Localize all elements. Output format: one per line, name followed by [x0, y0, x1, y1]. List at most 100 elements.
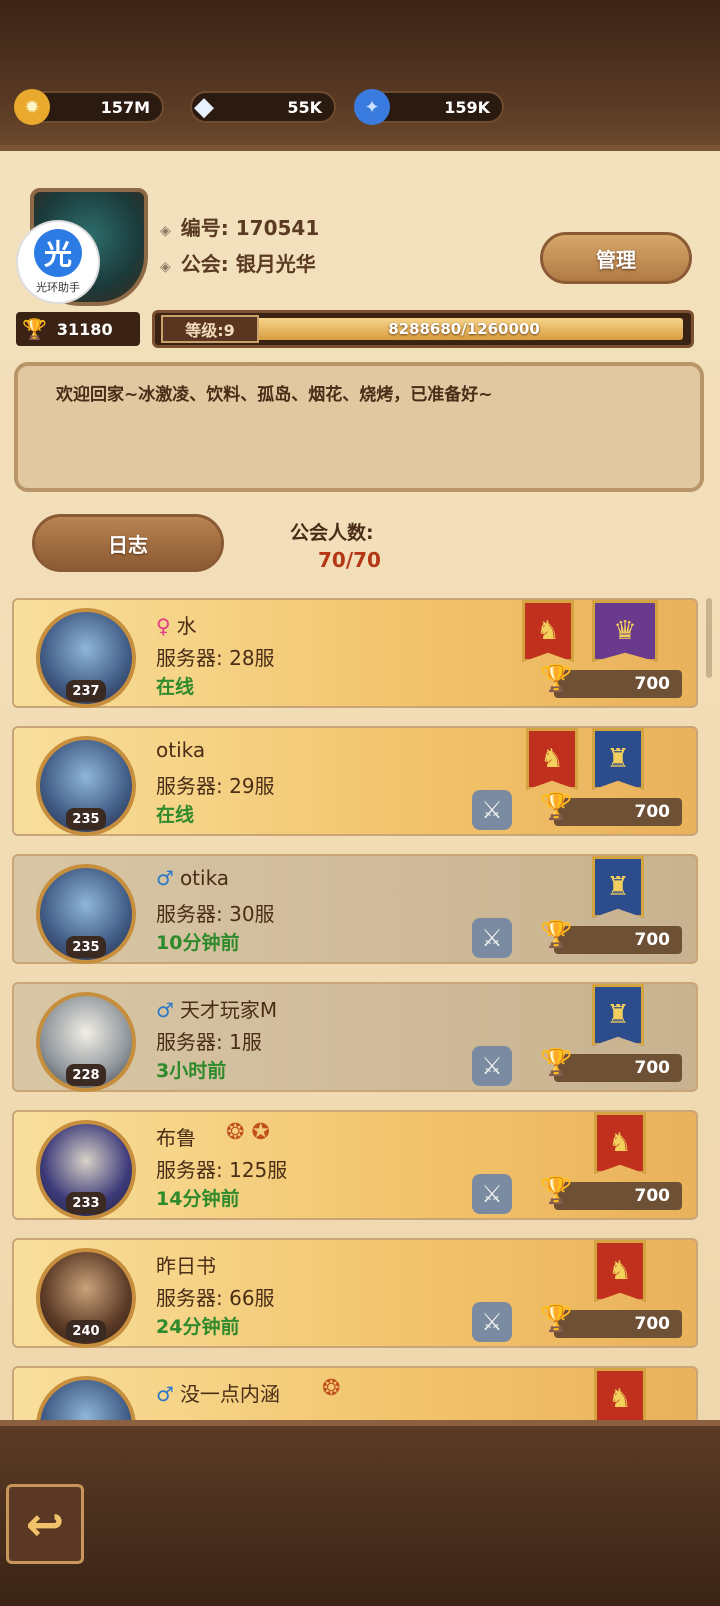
female-icon: ♀ [156, 614, 171, 638]
member-card[interactable]: 228 ♂ 天才玩家M 服务器: 1服 3小时前 ♜ ⚔ 🏆 700 [12, 982, 698, 1092]
trophy-icon: 🏆 [540, 1304, 573, 1334]
member-level: 235 [66, 808, 106, 830]
back-button[interactable]: ↩ [6, 1484, 84, 1564]
guild-name-text: 公会: 银月光华 [180, 252, 316, 276]
log-button[interactable]: 日志 [32, 514, 224, 572]
title-badges: ❂ ✪ [226, 1120, 270, 1145]
member-name-row: 布鲁 [156, 1122, 196, 1151]
member-level: 240 [66, 1320, 106, 1342]
member-list[interactable]: 237 ♀ 水 服务器: 28服 在线 ♞ ♛ 🏆 700 235 otika 服务… [12, 598, 698, 1420]
member-name: 布鲁 [156, 1126, 196, 1150]
red-banner-icon: ♞ [594, 1368, 646, 1420]
guild-notice: 欢迎回家~冰激凌、饮料、孤岛、烟花、烧烤，已准备好~ [14, 362, 704, 492]
member-avatar[interactable] [36, 1376, 136, 1420]
member-status: 在线 [156, 676, 195, 698]
member-name-row: 昨日书 [156, 1250, 216, 1279]
member-server: 服务器: 30服 [156, 902, 275, 926]
manage-button[interactable]: 管理 [540, 232, 692, 284]
crystal-value: 159K [444, 97, 490, 117]
member-trophies: 🏆 700 [540, 792, 682, 826]
trophy-icon: 🏆 [540, 1048, 573, 1078]
members-count: 70/70 [318, 548, 381, 572]
member-trophies: 🏆 700 [540, 1176, 682, 1210]
bottom-bar [0, 1420, 720, 1606]
member-trophies: 🏆 700 [540, 1304, 682, 1338]
gold-resource[interactable]: ✹ 157M [14, 89, 164, 125]
purple-crown-banner-icon: ♛ [592, 600, 658, 662]
member-name-row: ♂ 天才玩家M [156, 994, 277, 1023]
trophy-icon: 🏆 [540, 664, 573, 694]
member-card[interactable]: 235 ♂ otika 服务器: 30服 10分钟前 ♜ ⚔ 🏆 700 [12, 854, 698, 964]
member-name: otika [179, 866, 230, 890]
member-name: 天才玩家M [179, 998, 278, 1022]
member-status: 在线 [156, 804, 195, 826]
back-arrow-icon: ↩ [25, 1497, 65, 1551]
member-name-row: ♀ 水 [156, 610, 197, 639]
crossed-swords-icon[interactable]: ⚔ [472, 1046, 512, 1086]
member-trophy-value: 700 [634, 802, 671, 822]
crossed-swords-icon[interactable]: ⚔ [472, 1174, 512, 1214]
trophy-icon: 🏆 [540, 792, 573, 822]
member-card[interactable]: 240 昨日书 服务器: 66服 24分钟前 ♞ ⚔ 🏆 700 [12, 1238, 698, 1348]
title-badge-icon: ❂ [322, 1376, 341, 1401]
trophy-icon: 🏆 [540, 920, 573, 950]
blue-banner-icon: ♜ [592, 856, 644, 918]
crystal-icon: ✦ [354, 89, 390, 125]
member-trophies: 🏆 700 [540, 1048, 682, 1082]
guild-name: ◈ 公会: 银月光华 [160, 248, 316, 277]
red-banner-icon: ♞ [526, 728, 578, 790]
members-label: 公会人数: [290, 522, 374, 544]
diamond-bullet-icon: ◈ [160, 259, 171, 275]
member-name: 没一点内涵 [179, 1382, 280, 1406]
diamond-bullet-icon: ◈ [160, 223, 171, 239]
trophy-icon: 🏆 [22, 317, 47, 341]
member-status: 3小时前 [156, 1060, 227, 1082]
member-card[interactable]: 235 otika 服务器: 29服 在线 ♞ ♜ ⚔ 🏆 700 [12, 726, 698, 836]
member-status: 14分钟前 [156, 1188, 240, 1210]
red-banner-icon: ♞ [522, 600, 574, 662]
member-trophies: 🏆 700 [540, 920, 682, 954]
member-card[interactable]: 237 ♀ 水 服务器: 28服 在线 ♞ ♛ 🏆 700 [12, 598, 698, 708]
member-card[interactable]: ♂ 没一点内涵 ❂ ♞ [12, 1366, 698, 1420]
gold-coin-icon: ✹ [14, 89, 50, 125]
member-list-scrollbar[interactable] [706, 598, 712, 678]
member-card[interactable]: 233 布鲁 ❂ ✪ 服务器: 125服 14分钟前 ♞ ⚔ 🏆 700 [12, 1110, 698, 1220]
member-name-row: otika [156, 738, 205, 762]
member-level: 233 [66, 1192, 106, 1214]
guild-trophy-value: 31180 [56, 319, 113, 339]
red-banner-icon: ♞ [594, 1240, 646, 1302]
member-trophy-value: 700 [634, 930, 671, 950]
male-icon: ♂ [156, 998, 174, 1022]
gold-value: 157M [100, 97, 150, 117]
member-name-row: ♂ 没一点内涵 [156, 1378, 280, 1407]
guild-notice-text: 欢迎回家~冰激凌、饮料、孤岛、烟花、烧烤，已准备好~ [56, 385, 493, 405]
crossed-swords-icon[interactable]: ⚔ [472, 790, 512, 830]
diamond-resource[interactable]: ◆ 55K [190, 91, 336, 123]
member-server: 服务器: 66服 [156, 1286, 275, 1310]
member-status: 24分钟前 [156, 1316, 240, 1338]
member-trophy-value: 700 [634, 1314, 671, 1334]
crossed-swords-icon[interactable]: ⚔ [472, 1302, 512, 1342]
title-badge-icon: ❂ [226, 1120, 245, 1145]
diamond-value: 55K [287, 97, 322, 117]
male-icon: ♂ [156, 1382, 174, 1406]
guild-level-tag: 等级:9 [161, 315, 259, 343]
crystal-resource[interactable]: ✦ 159K [354, 89, 504, 125]
member-name: 昨日书 [156, 1254, 216, 1278]
member-name-row: ♂ otika [156, 866, 229, 890]
guild-trophy-total: 🏆 31180 [16, 312, 140, 346]
guild-id-text: 编号: 170541 [180, 216, 320, 240]
diamond-icon: ◆ [194, 92, 214, 122]
member-server: 服务器: 29服 [156, 774, 275, 798]
member-trophy-value: 700 [634, 1058, 671, 1078]
trophy-icon: 🏆 [540, 1176, 573, 1206]
crossed-swords-icon[interactable]: ⚔ [472, 918, 512, 958]
member-level: 235 [66, 936, 106, 958]
helper-label: 光环助手 [36, 281, 80, 294]
guild-level-bar: 8288680/1260000 等级:9 [152, 310, 694, 348]
title-badge-icon: ✪ [251, 1120, 270, 1145]
guild-exp-text: 8288680/1260000 [388, 320, 540, 338]
red-banner-icon: ♞ [594, 1112, 646, 1174]
helper-badge[interactable]: 光 光环助手 [16, 220, 100, 304]
blue-banner-icon: ♜ [592, 728, 644, 790]
